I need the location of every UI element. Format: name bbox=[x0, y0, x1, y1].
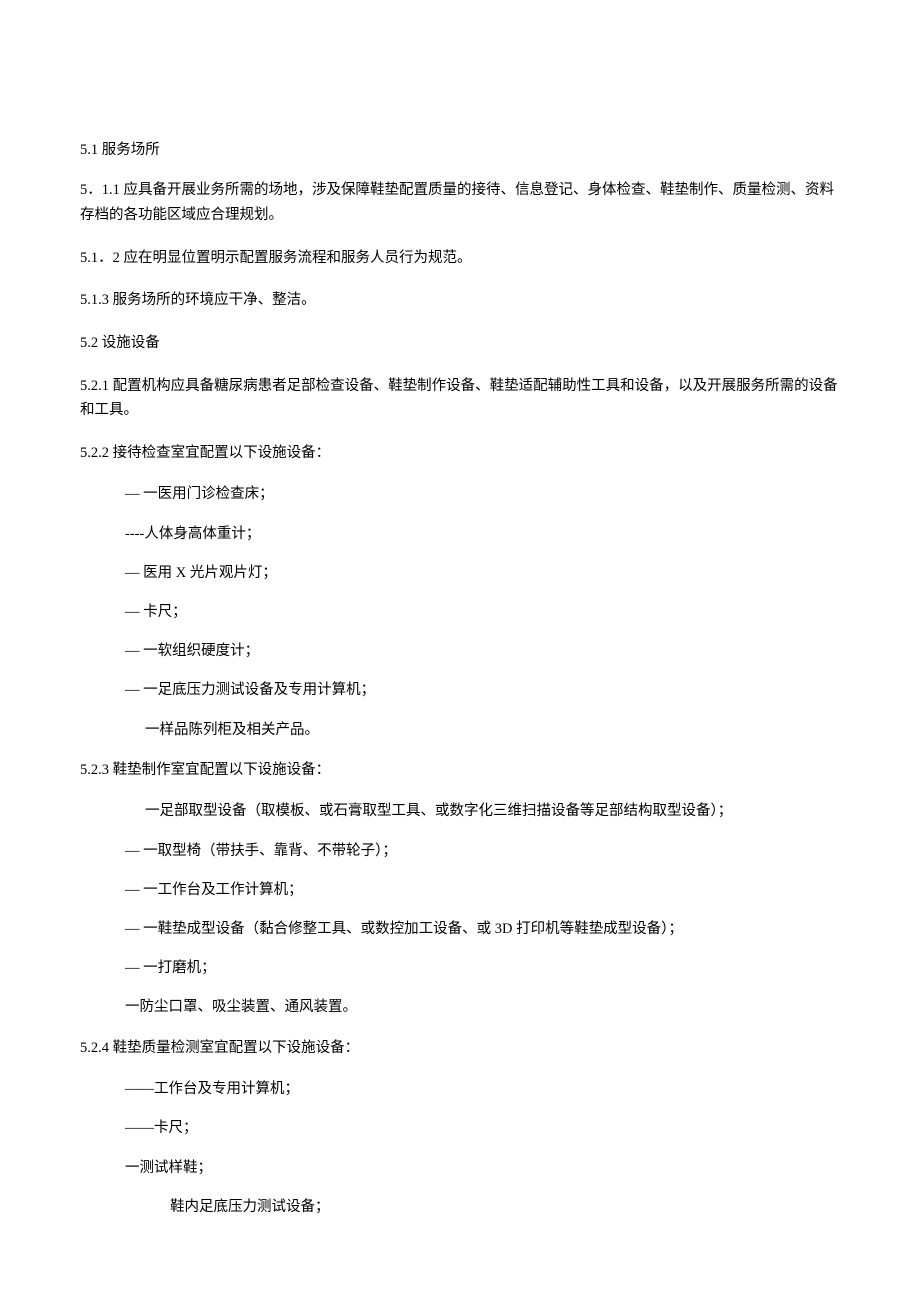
list-item: — 一工作台及工作计算机； bbox=[80, 879, 840, 902]
list-item: 一样品陈列柜及相关产品。 bbox=[80, 719, 840, 742]
list-item: — 一软组织硬度计； bbox=[80, 640, 840, 663]
list-item: 一防尘口罩、吸尘装置、通风装置。 bbox=[80, 996, 840, 1019]
para-5-1-3: 5.1.3 服务场所的环境应干净、整洁。 bbox=[80, 288, 840, 313]
list-item: — 一鞋垫成型设备（黏合修整工具、或数控加工设备、或 3D 打印机等鞋垫成型设备… bbox=[80, 918, 840, 941]
heading-5-1: 5.1 服务场所 bbox=[80, 140, 840, 160]
para-5-1-1: 5．1.1 应具备开展业务所需的场地，涉及保障鞋垫配置质量的接待、信息登记、身体… bbox=[80, 178, 840, 227]
heading-5-2-4: 5.2.4 鞋垫质量检测室宜配置以下设施设备： bbox=[80, 1036, 840, 1061]
para-5-1-2: 5.1．2 应在明显位置明示配置服务流程和服务人员行为规范。 bbox=[80, 246, 840, 271]
list-item: ----人体身高体重计； bbox=[80, 523, 840, 546]
heading-5-2-3: 5.2.3 鞋垫制作室宜配置以下设施设备： bbox=[80, 758, 840, 783]
list-item: — 一医用门诊检查床； bbox=[80, 483, 840, 506]
list-item: 鞋内足底压力测试设备； bbox=[80, 1196, 840, 1219]
list-item: ——工作台及专用计算机； bbox=[80, 1078, 840, 1101]
list-item: 一测试样鞋； bbox=[80, 1157, 840, 1180]
list-item: ——卡尺； bbox=[80, 1117, 840, 1140]
list-item: — 医用 X 光片观片灯； bbox=[80, 562, 840, 585]
list-item: — 一足底压力测试设备及专用计算机； bbox=[80, 679, 840, 702]
list-item: — 一取型椅（带扶手、靠背、不带轮子）； bbox=[80, 840, 840, 863]
list-item: — 卡尺； bbox=[80, 601, 840, 624]
list-item: — 一打磨机； bbox=[80, 957, 840, 980]
heading-5-2: 5.2 设施设备 bbox=[80, 331, 840, 356]
para-5-2-1: 5.2.1 配置机构应具备糖尿病患者足部检查设备、鞋垫制作设备、鞋垫适配辅助性工… bbox=[80, 374, 840, 423]
heading-5-2-2: 5.2.2 接待检查室宜配置以下设施设备： bbox=[80, 441, 840, 466]
list-item: 一足部取型设备（取模板、或石膏取型工具、或数字化三维扫描设备等足部结构取型设备）… bbox=[80, 800, 840, 823]
